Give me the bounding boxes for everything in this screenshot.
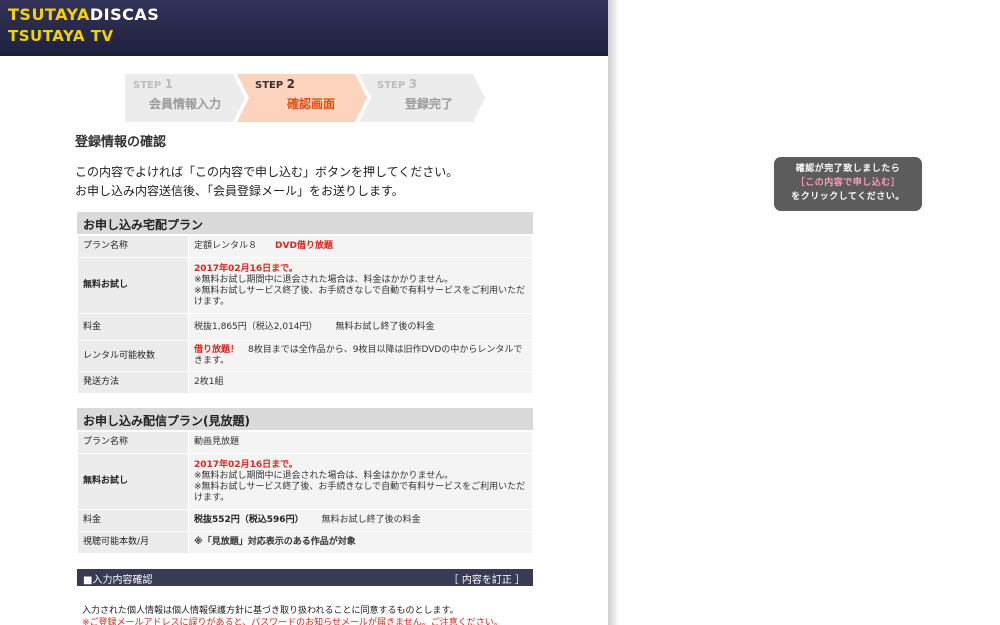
table-row: 無料お試し 2017年02月16日まで。 ※無料お試し期間中に退会された場合は、… xyxy=(77,453,533,510)
table-row: 料金 税抜1,865円（税込2,014円） 無料お試し終了後の料金 xyxy=(77,313,533,341)
step-3: STEP 3 登録完了 xyxy=(359,74,485,122)
table-row: プラン名称 動画見放題 xyxy=(77,431,533,454)
delivery-plan-table: プラン名称 定額レンタル８ DVD借り放題 無料お試し 2017年02月16日まで… xyxy=(77,235,533,394)
plan-badge: DVD借り放題 xyxy=(275,241,333,251)
step-3-label: 登録完了 xyxy=(405,97,454,111)
trial-until: 2017年02月16日まで。 xyxy=(194,263,298,274)
page-title: 登録情報の確認 xyxy=(75,135,167,150)
intro-line-2: お申し込み内容送信後、「会員登録メール」をお送りします。 xyxy=(75,184,404,198)
edit-content-link[interactable]: ［ 内容を訂正 ］ xyxy=(449,571,525,586)
site-header: TSUTAYADISCAS TSUTAYA TV xyxy=(0,0,608,56)
registration-panel: TSUTAYADISCAS TSUTAYA TV STEP 1 会員情報入力 S… xyxy=(0,0,609,625)
instruction-tooltip: 確認が完了致しましたら ［この内容で申し込む］ をクリックしてください。 xyxy=(774,157,922,211)
table-row: 視聴可能本数/月 ※「見放題」対応表示のある作品が対象 xyxy=(77,531,533,554)
table-row: レンタル可能枚数 借り放題！ 8枚目までは全作品から、9枚目以降は旧作DVDの中… xyxy=(77,340,533,372)
step-indicator: STEP 1 会員情報入力 STEP 2 確認画面 STEP 3 登録完了 xyxy=(125,74,485,122)
step-2-active: STEP 2 確認画面 xyxy=(237,74,367,122)
step-2-label: 確認画面 xyxy=(287,97,336,111)
streaming-plan-heading: お申し込み配信プラン(見放題) xyxy=(77,408,533,430)
intro-line-1: この内容でよければ「この内容で申し込む」ボタンを押してください。 xyxy=(75,165,459,179)
tsutaya-tv-logo[interactable]: TSUTAYA TV xyxy=(8,27,114,45)
input-confirm-label: ■入力内容確認 xyxy=(83,575,153,586)
step-1-label: 会員情報入力 xyxy=(149,97,222,111)
delivery-plan-heading: お申し込み宅配プラン xyxy=(77,212,533,234)
email-warning-text: ※ご登録メールアドレスに誤りがあると、パスワードのお知らせメールが届きません。ご… xyxy=(82,618,503,625)
table-row: 料金 税抜552円（税込596円） 無料お試し終了後の料金 xyxy=(77,509,533,532)
panel-shadow xyxy=(609,0,619,625)
trial-until: 2017年02月16日まで。 xyxy=(194,459,298,470)
input-confirm-bar: ■入力内容確認 ［ 内容を訂正 ］ xyxy=(77,569,533,586)
step-1: STEP 1 会員情報入力 xyxy=(125,74,245,122)
streaming-plan-table: プラン名称 動画見放題 無料お試し 2017年02月16日まで。 ※無料お試し期… xyxy=(77,431,533,554)
table-row: 無料お試し 2017年02月16日まで。 ※無料お試し期間中に退会された場合は、… xyxy=(77,257,533,314)
tsutaya-discas-logo[interactable]: TSUTAYADISCAS xyxy=(8,5,159,24)
table-row: プラン名称 定額レンタル８ DVD借り放題 xyxy=(77,235,533,258)
table-row: 発送方法 2枚1組 xyxy=(77,371,533,394)
